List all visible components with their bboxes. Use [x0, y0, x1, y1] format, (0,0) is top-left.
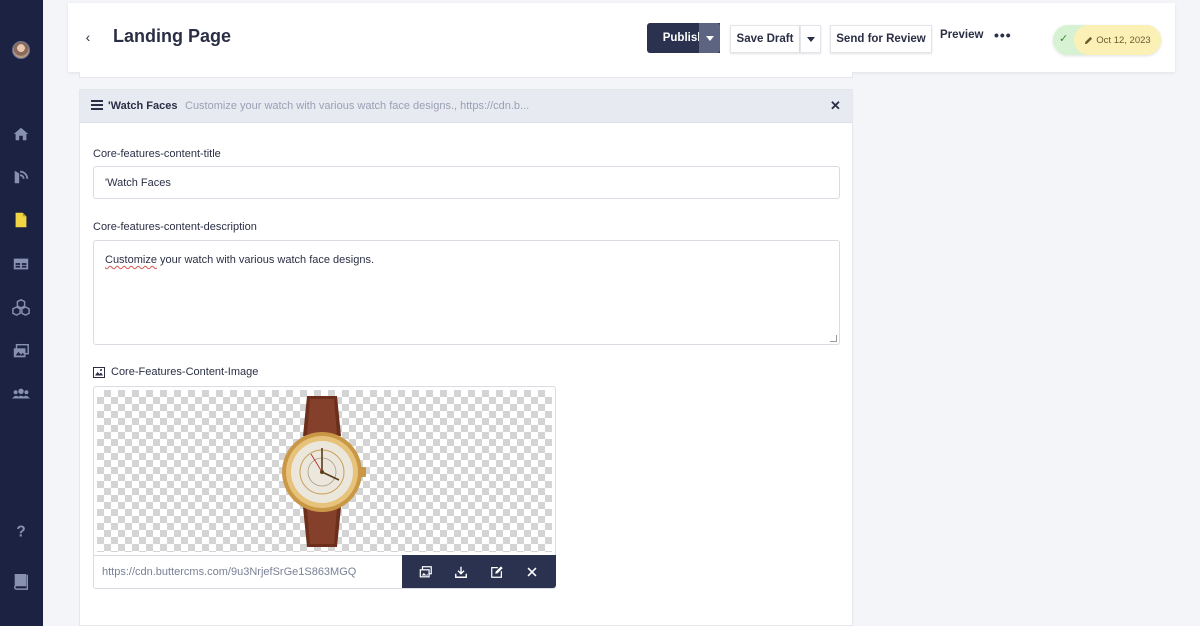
close-icon: [527, 567, 537, 576]
content-panel: 'Watch Faces Customize your watch with v…: [79, 89, 853, 626]
help-icon[interactable]: ?: [11, 521, 31, 541]
check-icon: ✓: [1059, 33, 1069, 45]
close-icon[interactable]: ✕: [830, 98, 841, 114]
gallery-icon: [419, 565, 432, 577]
save-draft-options-button[interactable]: [800, 25, 821, 53]
image-url-row: https://cdn.buttercms.com/9u3NrjefSrGe1S…: [94, 555, 556, 588]
docs-icon[interactable]: [11, 571, 31, 591]
description-text: your watch with various watch face desig…: [156, 254, 375, 266]
title-input[interactable]: 'Watch Faces: [93, 166, 840, 199]
title-field-label: Core-features-content-title: [93, 148, 221, 160]
image-actions: [402, 555, 556, 588]
date-badge[interactable]: Oct 12, 2023: [1074, 25, 1161, 55]
save-draft-button[interactable]: Save Draft: [730, 25, 800, 53]
publish-options-button[interactable]: [699, 23, 720, 53]
image-icon: [93, 366, 105, 378]
more-options-button[interactable]: •••: [994, 27, 1012, 43]
image-field-label-text: Core-Features-Content-Image: [111, 366, 259, 378]
components-icon[interactable]: [11, 297, 31, 317]
chevron-down-icon: [705, 35, 714, 41]
collections-icon[interactable]: [11, 254, 31, 274]
chevron-down-icon: [806, 36, 815, 42]
image-preview[interactable]: [97, 390, 552, 552]
image-preview-box: https://cdn.buttercms.com/9u3NrjefSrGe1S…: [93, 386, 556, 589]
description-field-label: Core-features-content-description: [93, 221, 257, 233]
avatar[interactable]: [12, 41, 30, 59]
pencil-icon: [1085, 36, 1093, 44]
download-button[interactable]: [450, 561, 472, 583]
panel-header[interactable]: 'Watch Faces Customize your watch with v…: [80, 90, 852, 123]
media-icon[interactable]: [11, 341, 31, 361]
media-library-button[interactable]: [415, 561, 437, 583]
drag-handle-icon[interactable]: [91, 100, 103, 110]
page-header: ‹ Landing Page Publish Save Draft Send f…: [68, 3, 1175, 72]
description-textarea[interactable]: Customize your watch with various watch …: [93, 240, 840, 345]
svg-text:?: ?: [16, 523, 25, 540]
page-title: Landing Page: [113, 26, 232, 46]
date-label: Oct 12, 2023: [1096, 34, 1151, 46]
sidebar: ?: [0, 0, 43, 626]
download-icon: [455, 566, 468, 578]
panel-subtitle: Customize your watch with various watch …: [185, 100, 530, 112]
image-field-label: Core-Features-Content-Image: [93, 366, 258, 378]
watch-image: [282, 396, 366, 547]
previous-panel-edge: [79, 72, 853, 78]
blog-icon[interactable]: [11, 167, 31, 187]
edit-image-button[interactable]: [486, 561, 508, 583]
remove-image-button[interactable]: [521, 561, 543, 583]
misspelled-word: Customize: [105, 254, 157, 266]
pages-icon[interactable]: [11, 210, 31, 230]
panel-title: 'Watch Faces: [108, 100, 178, 112]
send-for-review-button[interactable]: Send for Review: [830, 25, 932, 53]
resize-handle[interactable]: [830, 335, 837, 342]
home-icon[interactable]: [11, 124, 31, 144]
users-icon[interactable]: [11, 384, 31, 404]
preview-button[interactable]: Preview: [940, 29, 983, 41]
back-button[interactable]: ‹: [82, 27, 94, 47]
image-url-field[interactable]: https://cdn.buttercms.com/9u3NrjefSrGe1S…: [94, 555, 402, 588]
edit-icon: [490, 565, 503, 578]
